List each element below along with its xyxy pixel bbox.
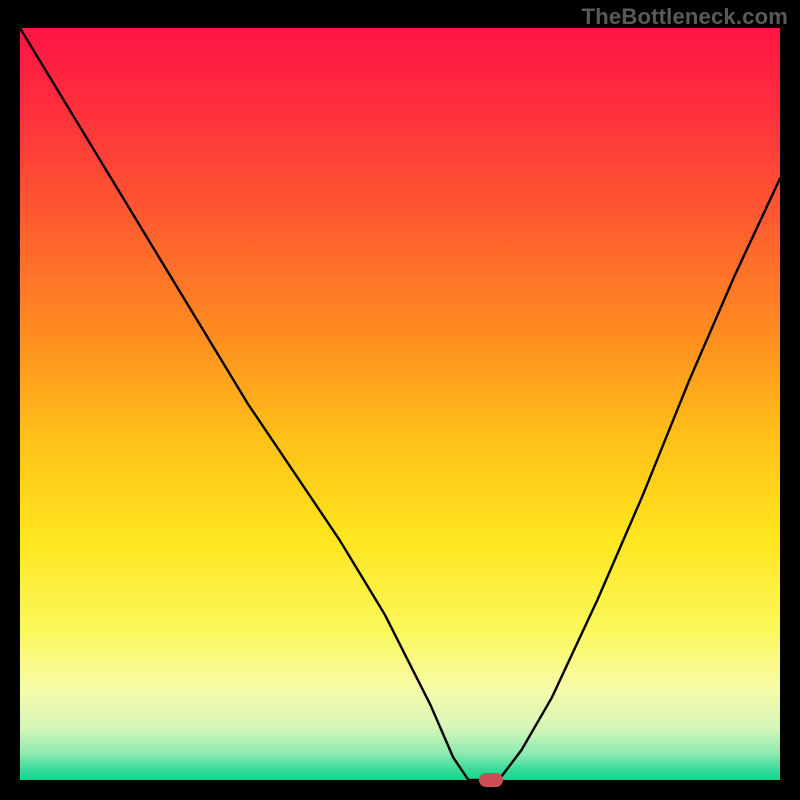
chart-frame: TheBottleneck.com [0, 0, 800, 800]
gradient-bg [20, 28, 780, 780]
plot-svg [20, 28, 780, 780]
target-marker [479, 773, 503, 787]
watermark-text: TheBottleneck.com [582, 4, 788, 30]
plot-area [20, 28, 780, 780]
